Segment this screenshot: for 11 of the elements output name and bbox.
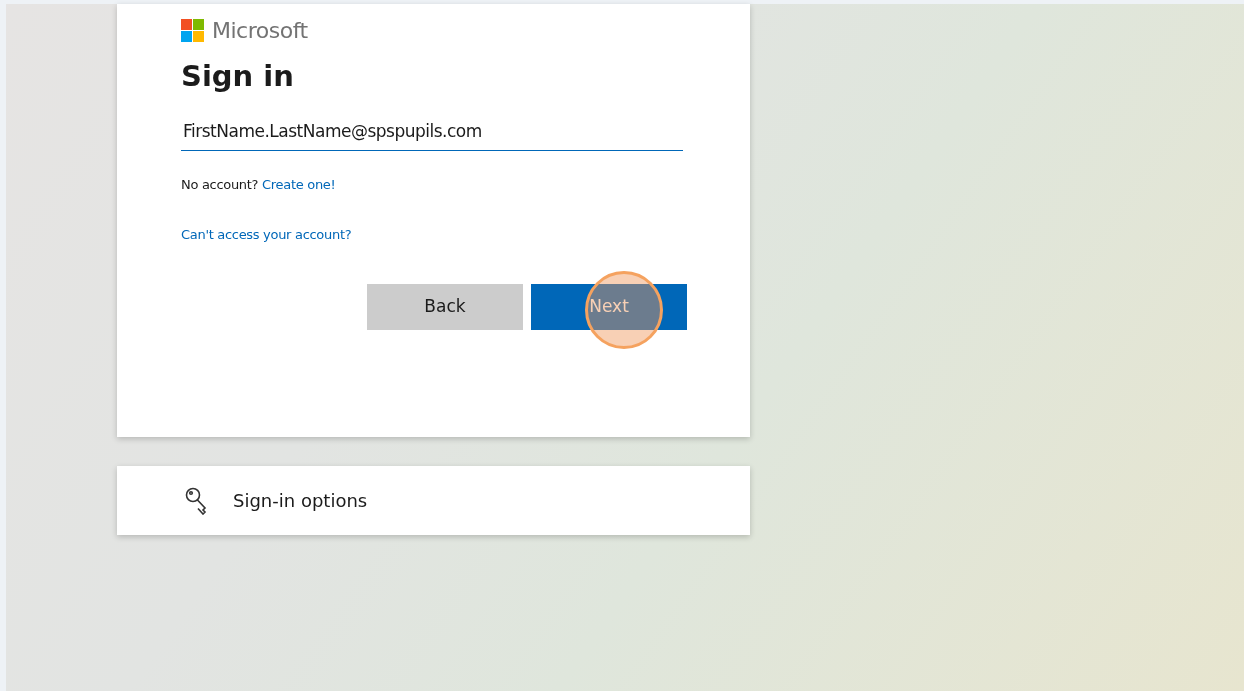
signup-prompt: No account? Create one!	[181, 176, 337, 194]
brand-name: Microsoft	[212, 17, 308, 45]
logo-icon	[181, 19, 204, 42]
create-account-link[interactable]: Create one!	[262, 177, 336, 192]
sign-in-options-card[interactable]: Sign-in options	[117, 466, 750, 535]
key-icon	[185, 486, 209, 515]
email-field[interactable]: FirstName.LastName@spspupils.com	[181, 114, 683, 151]
recovery-link[interactable]: Can't access your account?	[181, 226, 352, 242]
back-button[interactable]: Back	[367, 284, 523, 330]
options-label: Sign-in options	[233, 489, 368, 513]
page-title: Sign in	[181, 58, 295, 95]
